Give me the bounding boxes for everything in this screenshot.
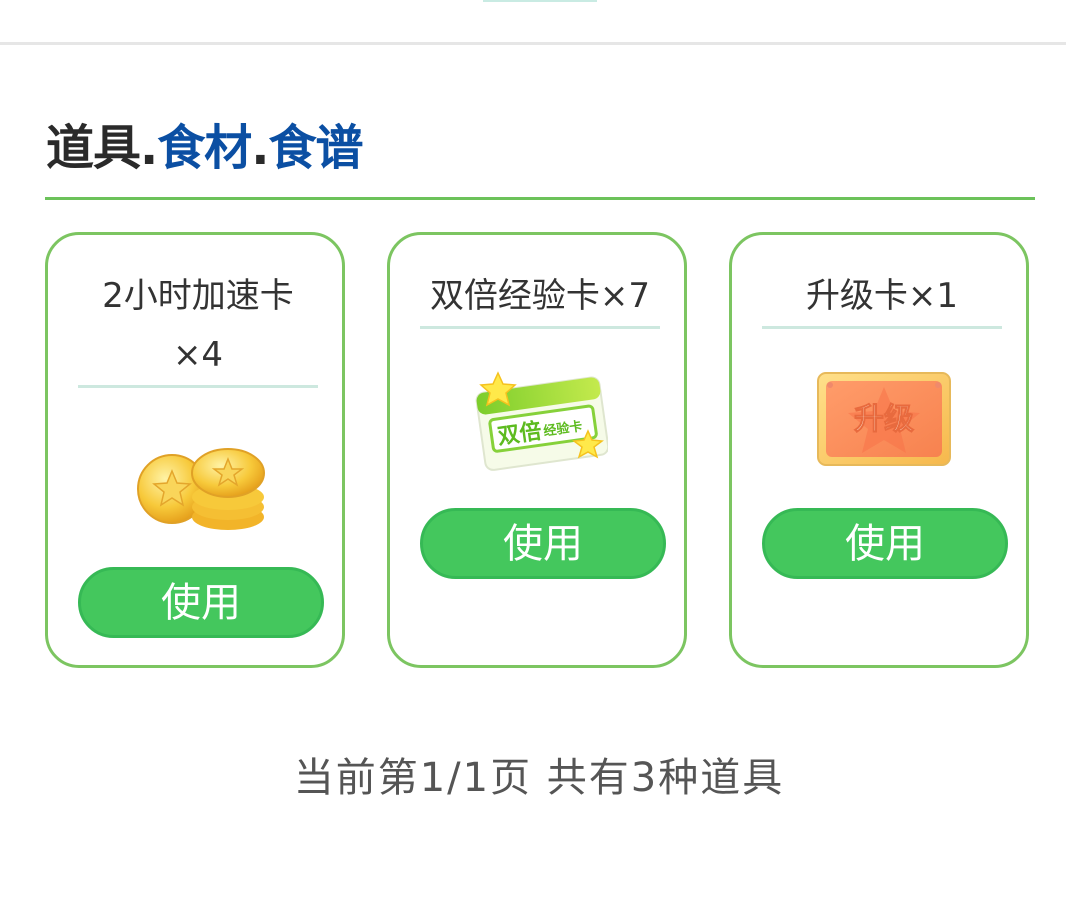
tab-separator: . bbox=[140, 120, 158, 176]
item-name-underline bbox=[762, 326, 1002, 329]
top-tab-indicator bbox=[483, 0, 597, 2]
icon-text: 升级 bbox=[854, 402, 914, 437]
item-count: ×4 bbox=[172, 335, 224, 375]
item-name: 2小时加速卡 bbox=[102, 276, 294, 316]
tab-props[interactable]: 道具 bbox=[46, 120, 141, 176]
tab-ingredients[interactable]: 食材 bbox=[157, 120, 252, 176]
item-name: 双倍经验卡×7 bbox=[429, 276, 651, 316]
item-name-underline bbox=[420, 326, 660, 329]
item-card-speedup: 2小时加速卡 ×4 使用 bbox=[45, 232, 345, 668]
section-divider bbox=[45, 197, 1035, 200]
upgrade-card-icon: 升级 bbox=[817, 372, 951, 466]
use-button[interactable]: 使用 bbox=[420, 508, 666, 579]
tab-recipes[interactable]: 食谱 bbox=[269, 120, 364, 176]
item-name: 升级卡×1 bbox=[805, 276, 959, 316]
use-button[interactable]: 使用 bbox=[762, 508, 1008, 579]
item-name-underline bbox=[78, 385, 318, 388]
double-exp-card-icon: 双倍 经验卡 bbox=[475, 371, 608, 471]
category-tabs: 道具.食材.食谱 bbox=[46, 108, 364, 188]
item-card-upgrade: 升级卡×1 升级 使用 bbox=[729, 232, 1029, 668]
top-divider bbox=[0, 42, 1066, 45]
gold-coins-icon bbox=[137, 448, 265, 530]
item-card-double-exp: 双倍经验卡×7 双倍 经验卡 使用 bbox=[387, 232, 687, 668]
use-button[interactable]: 使用 bbox=[78, 567, 324, 638]
pagination-status: 当前第1/1页 共有3种道具 bbox=[293, 755, 785, 801]
tab-separator: . bbox=[251, 120, 269, 176]
